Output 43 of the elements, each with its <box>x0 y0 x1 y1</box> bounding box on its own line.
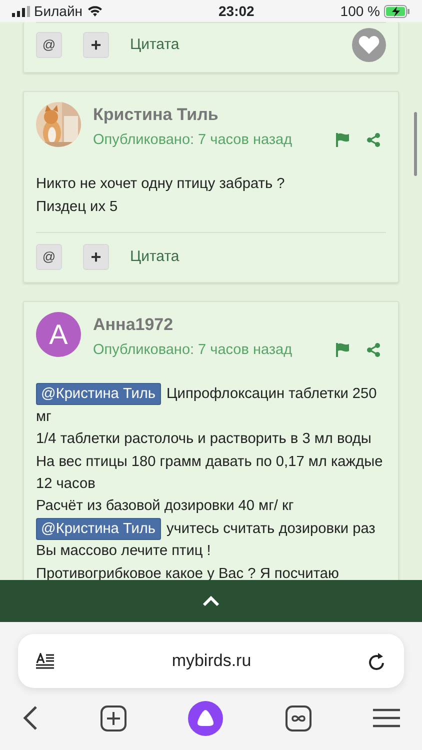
mention-link[interactable]: @Кристина Тиль <box>36 383 160 406</box>
post-text: Вы массово лечите птиц ! <box>36 542 212 562</box>
author-name: Кристина Тиль <box>93 104 220 126</box>
carrier-name: Билайн <box>34 2 83 20</box>
post-text: Пиздец их 5 <box>36 198 119 217</box>
tabs-button[interactable] <box>284 704 312 732</box>
mention-button[interactable]: @ <box>36 32 62 58</box>
scrollbar <box>414 112 417 176</box>
new-tab-button[interactable] <box>100 704 126 732</box>
assistant-button[interactable] <box>188 700 223 736</box>
author-name: Анна1972 <box>93 314 174 336</box>
avatar: A <box>36 312 81 358</box>
mention-button[interactable]: @ <box>36 244 62 270</box>
scroll-up-button[interactable] <box>202 596 220 606</box>
add-button[interactable]: + <box>83 32 109 58</box>
post-text: 1/4 таблетки растолочь и растворить в 3 мл воды <box>36 430 372 450</box>
post-text: @Кристина Тиль Ципрофлоксацин таблетки 250 мг <box>36 383 386 428</box>
post-text: Никто не хочет одну птицу забрать ? <box>36 175 286 194</box>
add-button[interactable]: + <box>83 244 109 270</box>
like-button[interactable] <box>352 28 386 62</box>
reader-mode-icon[interactable] <box>36 652 55 670</box>
quote-link[interactable]: Цитата <box>130 246 180 268</box>
menu-button[interactable] <box>373 708 400 728</box>
share-icon[interactable] <box>367 343 380 358</box>
battery-percent: 100 % <box>340 2 380 20</box>
post-text: Расчёт из базовой дозировки 40 мг/ кг <box>36 497 295 516</box>
post-text: На вес птицы 180 грамм давать по 0,17 мл каждые 12 часов <box>36 452 384 494</box>
battery-charging-icon <box>384 4 410 18</box>
reload-icon[interactable] <box>368 652 386 670</box>
post-text: @Кристина Тиль учитесь считать дозировки раз <box>36 518 386 540</box>
address-url[interactable]: mybirds.ru <box>172 648 252 674</box>
heart-icon <box>358 35 380 55</box>
flag-icon[interactable] <box>336 343 351 358</box>
clock: 23:02 <box>218 2 254 20</box>
flag-icon[interactable] <box>336 133 351 148</box>
signal-icon <box>12 6 30 16</box>
back-button[interactable] <box>22 705 38 731</box>
mention-link[interactable]: @Кристина Тиль <box>36 518 160 540</box>
share-icon[interactable] <box>367 133 380 148</box>
publish-time: Опубликовано: 7 часов назад <box>93 130 292 150</box>
wifi-icon <box>86 5 103 17</box>
publish-time: Опубликовано: 7 часов назад <box>93 340 292 360</box>
quote-link[interactable]: Цитата <box>130 34 180 56</box>
